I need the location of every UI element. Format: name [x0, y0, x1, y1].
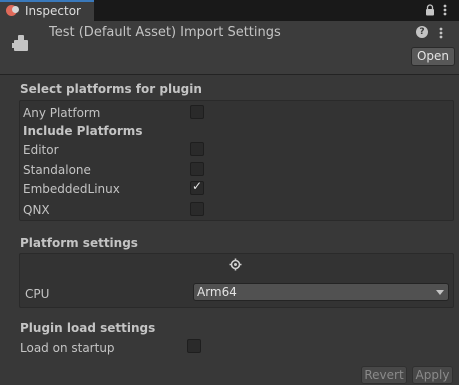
platforms-section-title: Select platforms for plugin [20, 82, 202, 96]
include-platforms-title: Include Platforms [23, 124, 143, 138]
editor-checkbox[interactable] [190, 142, 204, 156]
cpu-value: Arm64 [197, 285, 237, 299]
plugin-icon [12, 35, 28, 51]
editor-label: Editor [23, 143, 59, 157]
page-title: Test (Default Asset) Import Settings [49, 25, 281, 40]
apply-button[interactable]: Apply [412, 366, 453, 384]
inspector-header: Test (Default Asset) Import Settings ? O… [0, 21, 459, 75]
lock-icon[interactable] [425, 4, 435, 16]
cpu-dropdown[interactable]: Arm64 [193, 283, 449, 301]
load-settings-title: Plugin load settings [20, 321, 156, 335]
tab-strip: Inspector [0, 0, 459, 21]
load-on-startup-label: Load on startup [20, 341, 115, 355]
chevron-down-icon [436, 290, 444, 295]
any-platform-checkbox[interactable] [190, 105, 204, 119]
qnx-label: QNX [23, 203, 50, 217]
load-on-startup-checkbox[interactable] [187, 339, 201, 353]
help-icon[interactable]: ? [416, 26, 428, 38]
tab-label: Inspector [25, 4, 81, 18]
gear-icon[interactable] [229, 258, 242, 271]
any-platform-label: Any Platform [23, 106, 101, 120]
settings-menu-icon[interactable] [437, 25, 445, 41]
embeddedlinux-label: EmbeddedLinux [23, 182, 120, 196]
inspector-icon [6, 5, 19, 16]
open-button[interactable]: Open [411, 47, 455, 66]
revert-button[interactable]: Revert [361, 366, 407, 384]
qnx-checkbox[interactable] [190, 202, 204, 216]
embeddedlinux-checkbox[interactable] [190, 179, 204, 195]
platform-settings-title: Platform settings [20, 236, 138, 250]
standalone-label: Standalone [23, 163, 91, 177]
tab-menu-icon[interactable] [441, 2, 449, 18]
cpu-label: CPU [25, 287, 50, 301]
standalone-checkbox[interactable] [190, 162, 204, 176]
tab-inspector[interactable]: Inspector [0, 0, 94, 21]
